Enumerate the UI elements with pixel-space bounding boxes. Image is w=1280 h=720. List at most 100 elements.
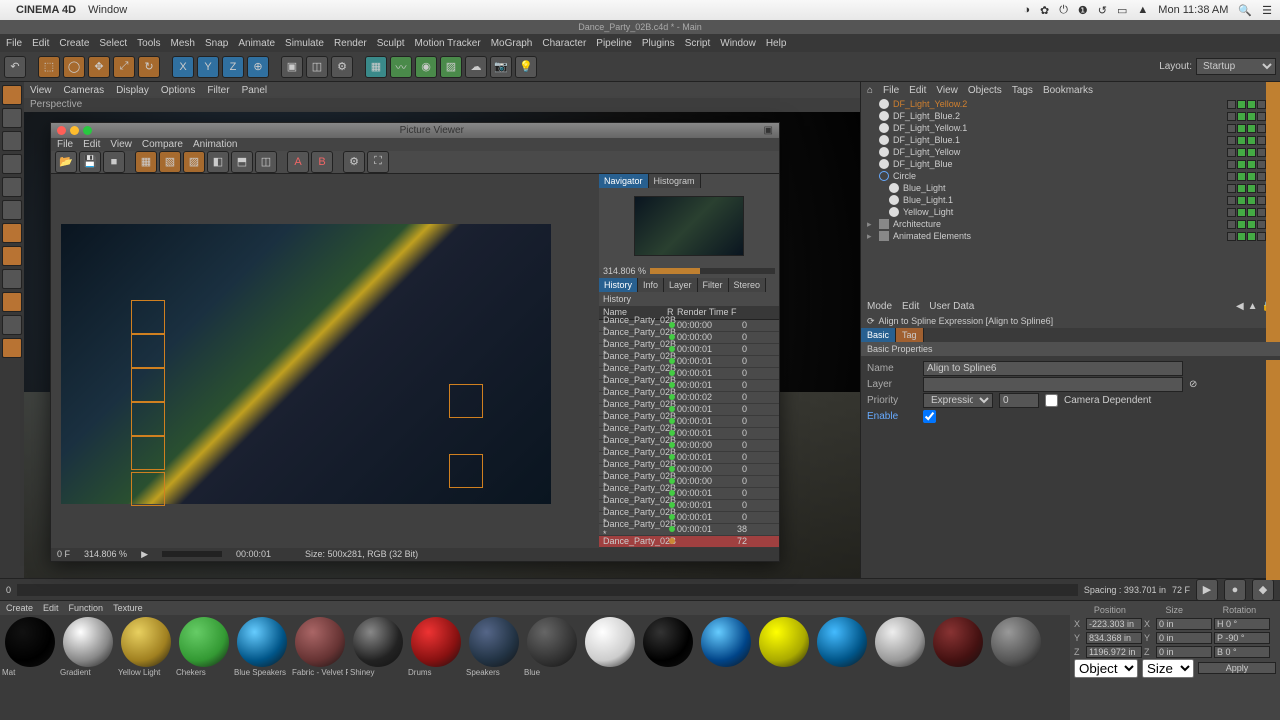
planar-workplane[interactable] <box>2 315 22 335</box>
attr-tab-tag[interactable]: Tag <box>896 328 924 342</box>
mat-menu-create[interactable]: Create <box>6 603 33 613</box>
material-item[interactable] <box>930 617 986 718</box>
material-item[interactable]: Drums <box>408 617 464 718</box>
pv-menu-view[interactable]: View <box>110 139 132 150</box>
scale-tool[interactable]: ⤢ <box>113 56 135 78</box>
attr-priority-num[interactable] <box>999 393 1039 408</box>
attr-nav-up[interactable]: ▲ <box>1248 301 1258 312</box>
live-select-tool[interactable]: ◯ <box>63 56 85 78</box>
macos-menu-item[interactable]: Window <box>88 4 127 16</box>
record-button[interactable]: ● <box>1224 579 1246 601</box>
material-item[interactable] <box>582 617 638 718</box>
om-menu-file[interactable]: File <box>883 85 899 96</box>
spline-button[interactable]: 〰 <box>390 56 412 78</box>
object-row[interactable]: DF_Light_Blue.1 <box>861 134 1280 146</box>
object-row[interactable]: DF_Light_Blue <box>861 158 1280 170</box>
pv-win-icon[interactable]: ▣ <box>764 125 773 136</box>
search-icon[interactable]: 🔍 <box>1238 4 1252 17</box>
app-name[interactable]: CINEMA 4D <box>16 4 76 16</box>
pv-play-icon[interactable]: ▶ <box>141 549 148 560</box>
attr-name-field[interactable] <box>923 361 1183 376</box>
menu-character[interactable]: Character <box>542 38 586 49</box>
primitive-button[interactable]: ▦ <box>365 56 387 78</box>
menu-snap[interactable]: Snap <box>205 38 228 49</box>
pv-zoom-slider[interactable] <box>650 268 775 274</box>
om-menu-edit[interactable]: Edit <box>909 85 926 96</box>
object-row[interactable]: Blue_Light.1 <box>861 194 1280 206</box>
render-settings-button[interactable]: ⚙ <box>331 56 353 78</box>
camera-button[interactable]: 📷 <box>490 56 512 78</box>
om-menu-bookmarks[interactable]: Bookmarks <box>1043 85 1093 96</box>
pv-nav-thumbnail[interactable] <box>634 196 744 256</box>
rotate-tool[interactable]: ↻ <box>138 56 160 78</box>
object-row[interactable]: DF_Light_Yellow.2 <box>861 98 1280 110</box>
material-item[interactable]: Blue Speakers <box>234 617 290 718</box>
object-row[interactable]: ▸Animated Elements <box>861 230 1280 242</box>
attr-menu-edit[interactable]: Edit <box>902 301 919 312</box>
object-tree[interactable]: DF_Light_Yellow.2DF_Light_Blue.2 DF_Light… <box>861 98 1280 298</box>
point-mode[interactable] <box>2 154 22 174</box>
material-item[interactable] <box>988 617 1044 718</box>
pv-tab-history[interactable]: History <box>599 278 638 292</box>
material-item[interactable]: Yellow Light <box>118 617 174 718</box>
menu-tools[interactable]: Tools <box>137 38 160 49</box>
object-row[interactable]: Circle <box>861 170 1280 182</box>
mat-menu-edit[interactable]: Edit <box>43 603 59 613</box>
display-icon[interactable]: ▭ <box>1117 4 1127 17</box>
pv-ab-b[interactable]: B <box>311 151 333 173</box>
pv-compare-h[interactable]: ◧ <box>207 151 229 173</box>
right-strip-bottom[interactable] <box>1266 360 1280 580</box>
viewport-tool[interactable] <box>2 246 22 266</box>
pv-menu-compare[interactable]: Compare <box>142 139 183 150</box>
om-menu-tags[interactable]: Tags <box>1012 85 1033 96</box>
menu-help[interactable]: Help <box>766 38 787 49</box>
pv-compare-v[interactable]: ⬒ <box>231 151 253 173</box>
light-button[interactable]: 💡 <box>515 56 537 78</box>
edge-mode[interactable] <box>2 177 22 197</box>
pv-menu-edit[interactable]: Edit <box>83 139 100 150</box>
keyframe-button[interactable]: ◆ <box>1252 579 1274 601</box>
menu-mesh[interactable]: Mesh <box>171 38 195 49</box>
render-view-button[interactable]: ▣ <box>281 56 303 78</box>
model-mode[interactable] <box>2 85 22 105</box>
pv-save-button[interactable]: 💾 <box>79 151 101 173</box>
pv-history-list[interactable]: Name R Render Time F Dance_Party_02B *00… <box>599 306 779 548</box>
close-icon[interactable] <box>57 126 66 135</box>
attr-menu-userdata[interactable]: User Data <box>929 301 974 312</box>
material-item[interactable] <box>698 617 754 718</box>
menu-simulate[interactable]: Simulate <box>285 38 324 49</box>
coord-rot-field[interactable] <box>1214 632 1270 644</box>
workplane-mode[interactable] <box>2 131 22 151</box>
menu-edit[interactable]: Edit <box>32 38 49 49</box>
menu-animate[interactable]: Animate <box>238 38 275 49</box>
attr-priority-select[interactable]: Expression <box>923 393 993 408</box>
pv-channel-alpha[interactable]: ▧ <box>159 151 181 173</box>
pv-tab-navigator[interactable]: Navigator <box>599 174 649 188</box>
axis-y-toggle[interactable]: Y <box>197 56 219 78</box>
coord-size-field[interactable] <box>1156 646 1212 658</box>
mat-menu-function[interactable]: Function <box>69 603 104 613</box>
coord-size-field[interactable] <box>1156 632 1212 644</box>
menu-create[interactable]: Create <box>59 38 89 49</box>
menu-sculpt[interactable]: Sculpt <box>377 38 405 49</box>
coord-pos-field[interactable] <box>1086 618 1142 630</box>
menubar-icon[interactable]: ◑ <box>1023 4 1030 16</box>
menu-pipeline[interactable]: Pipeline <box>596 38 632 49</box>
pv-menu-animation[interactable]: Animation <box>193 139 237 150</box>
maximize-icon[interactable] <box>83 126 92 135</box>
timeline-track[interactable] <box>17 584 1078 596</box>
object-row[interactable]: DF_Light_Blue.2 <box>861 110 1280 122</box>
material-item[interactable]: Mat <box>2 617 58 718</box>
pv-channel-rgb[interactable]: ▦ <box>135 151 157 173</box>
attr-menu-mode[interactable]: Mode <box>867 301 892 312</box>
move-tool[interactable]: ✥ <box>88 56 110 78</box>
menu-mograph[interactable]: MoGraph <box>491 38 533 49</box>
material-item[interactable]: Chekers <box>176 617 232 718</box>
coord-size-field[interactable] <box>1156 618 1212 630</box>
menubar-icon[interactable]: ↺ <box>1098 4 1107 17</box>
coord-apply-button[interactable]: Apply <box>1198 662 1276 674</box>
material-item[interactable]: Blue <box>524 617 580 718</box>
vp-menu-cameras[interactable]: Cameras <box>64 85 105 96</box>
menubar-icon[interactable]: ✿ <box>1040 4 1049 17</box>
pv-tab-filter[interactable]: Filter <box>698 278 729 292</box>
